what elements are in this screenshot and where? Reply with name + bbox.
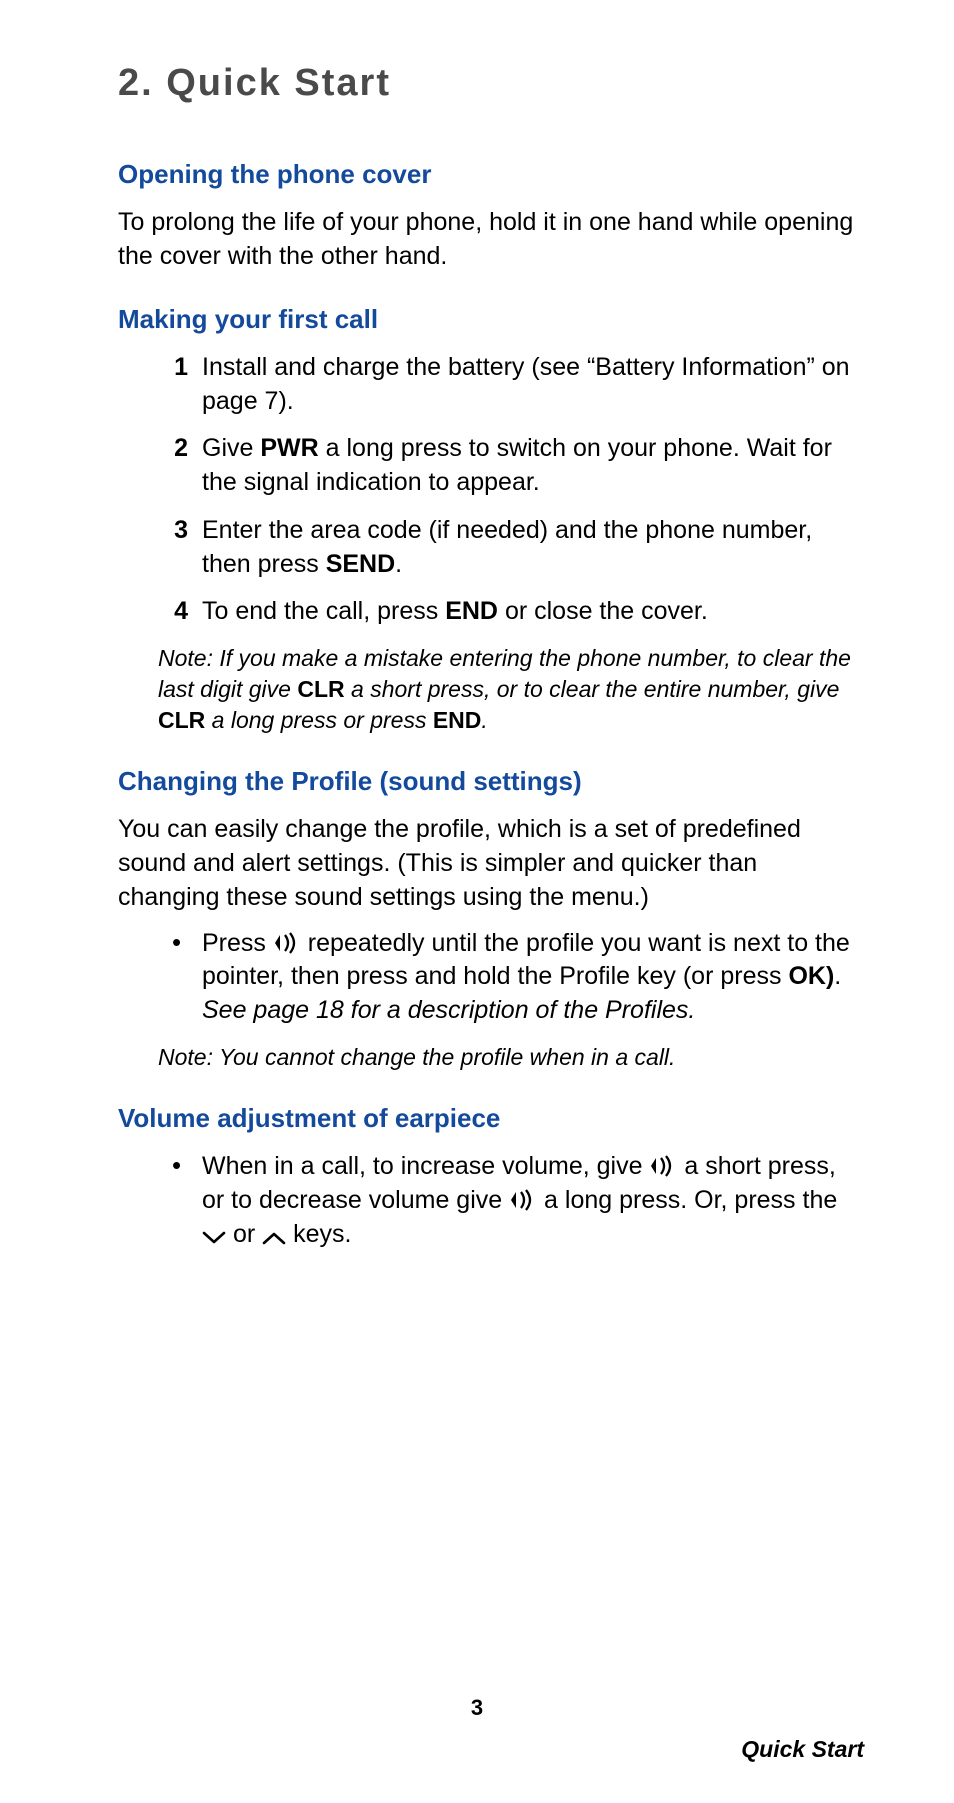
step-text: Give PWR a long press to switch on your … [202, 434, 832, 496]
heading-volume: Volume adjustment of earpiece [118, 1101, 864, 1136]
chevron-up-icon [262, 1221, 286, 1255]
key-label-clr: CLR [297, 676, 344, 702]
profile-bullets: Press repeatedly until the profile you w… [158, 927, 864, 1028]
step-2: 2 Give PWR a long press to switch on you… [158, 432, 864, 500]
text-run: a short press, or to clear the entire nu… [345, 676, 840, 702]
first-call-steps: 1 Install and charge the battery (see “B… [158, 351, 864, 629]
text-run: . [834, 962, 841, 990]
step-number: 2 [158, 432, 188, 466]
text-run: or close the cover. [498, 597, 708, 625]
text-run: . [395, 550, 402, 578]
text-run: Give [202, 434, 260, 462]
profile-icon [649, 1152, 677, 1180]
step-4: 4 To end the call, press END or close th… [158, 595, 864, 629]
bullet-volume: When in a call, to increase volume, give… [158, 1150, 864, 1254]
text-run: To end the call, press [202, 597, 445, 625]
note-mistake: Note: If you make a mistake entering the… [158, 643, 864, 736]
text-run: Press [202, 929, 273, 957]
page-number: 3 [0, 1693, 954, 1723]
text-run: Enter the area code (if needed) and the … [202, 516, 812, 578]
text-run: a long press or press [205, 707, 433, 733]
text-run: When in a call, to increase volume, give [202, 1152, 649, 1180]
step-number: 4 [158, 595, 188, 629]
key-label-ok: OK) [788, 962, 834, 990]
volume-bullets: When in a call, to increase volume, give… [158, 1150, 864, 1254]
step-1: 1 Install and charge the battery (see “B… [158, 351, 864, 419]
text-run: . [481, 707, 487, 733]
key-label-pwr: PWR [260, 434, 318, 462]
key-label-end: END [433, 707, 482, 733]
step-number: 3 [158, 514, 188, 548]
heading-first-call: Making your first call [118, 302, 864, 337]
step-number: 1 [158, 351, 188, 385]
heading-opening-cover: Opening the phone cover [118, 157, 864, 192]
profile-icon [509, 1186, 537, 1214]
chapter-title: 2. Quick Start [118, 58, 864, 109]
step-text: To end the call, press END or close the … [202, 597, 708, 625]
footer-section-label: Quick Start [741, 1734, 864, 1765]
key-label-clr: CLR [158, 707, 205, 733]
key-label-end: END [445, 597, 498, 625]
chevron-down-icon [202, 1221, 226, 1255]
text-run: keys. [286, 1220, 351, 1248]
paragraph-profile: You can easily change the profile, which… [118, 813, 864, 914]
step-text: Enter the area code (if needed) and the … [202, 516, 812, 578]
text-run: or [226, 1220, 262, 1248]
bullet-profile-press: Press repeatedly until the profile you w… [158, 927, 864, 1028]
cross-reference: See page 18 for a description of the Pro… [202, 996, 695, 1024]
key-label-send: SEND [326, 550, 395, 578]
heading-profile: Changing the Profile (sound settings) [118, 764, 864, 799]
step-text: Install and charge the battery (see “Bat… [202, 353, 850, 415]
paragraph-opening-cover: To prolong the life of your phone, hold … [118, 206, 864, 274]
note-profile-in-call: Note: You cannot change the profile when… [158, 1042, 864, 1073]
step-3: 3 Enter the area code (if needed) and th… [158, 514, 864, 582]
text-run: a long press. Or, press the [537, 1186, 837, 1214]
profile-icon [273, 929, 301, 957]
